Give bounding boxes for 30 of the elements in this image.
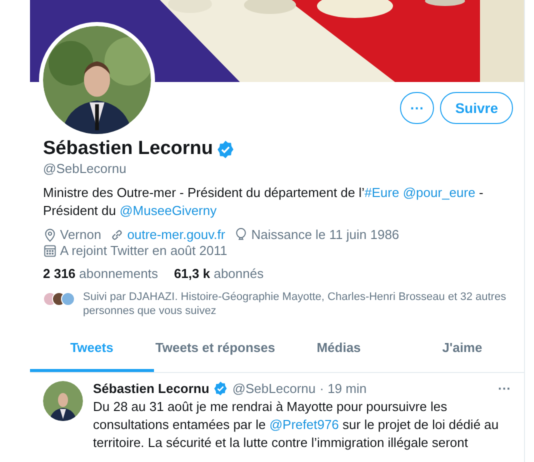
tweet-text: Du 28 au 31 août je me rendrai à Mayotte pour poursuivre les consultations entamées par le @Prefet976 sur le projet de loi dédié au territoire. La sécurité et la lutte contre l’immigration illégale seront — [93, 398, 500, 452]
link-icon — [110, 228, 124, 242]
meta-text: A rejoint Twitter en août 2011 — [60, 243, 228, 258]
tab[interactable]: Tweets — [30, 326, 154, 372]
profile-handle: @SebLecornu — [43, 161, 128, 176]
tab[interactable]: Médias — [277, 326, 400, 372]
stat-link[interactable]: 61,3 k abonnés — [174, 266, 264, 281]
avatar-icon — [61, 292, 75, 306]
bio-link[interactable]: @MuseeGiverny — [120, 203, 217, 218]
tab[interactable]: Tweets et réponses — [154, 326, 277, 372]
tweet-handle: @SebLecornu — [232, 381, 316, 396]
mention-link[interactable]: @Prefet976 — [269, 417, 339, 432]
bio-link[interactable]: #Eure — [364, 185, 400, 200]
balloon-icon — [234, 228, 248, 242]
followed-by-text[interactable]: Suivi par DJAHAZI. Histoire-Géographie Mayotte, Charles-Henri Brosseau et 32 autres personnes que vous suivez — [83, 290, 511, 318]
more-button[interactable]: ··· — [498, 381, 511, 396]
calendar-icon — [43, 244, 57, 258]
bio-link[interactable]: @pour_eure — [402, 185, 476, 200]
tweet-time: · 19 min — [320, 381, 367, 396]
website-link[interactable]: outre-mer.gouv.fr — [127, 227, 226, 242]
location-pin-icon — [43, 228, 57, 242]
profile-bio: Ministre des Outre-mer - Président du département de l’#Eure @pour_eure - Président du @MuseeGiverny — [43, 184, 484, 220]
tweet-author: Sébastien Lecornu — [93, 381, 210, 396]
more-button[interactable]: ··· — [400, 92, 434, 124]
stat-link[interactable]: 2 316 abonnements — [43, 266, 158, 281]
tab[interactable]: J'aime — [400, 326, 524, 372]
profile-name: Sébastien Lecornu — [43, 138, 213, 160]
meta-text: Vernon — [60, 227, 102, 242]
meta-text: Naissance le 11 juin 1986 — [251, 227, 400, 242]
follow-button[interactable]: Suivre — [440, 92, 513, 124]
